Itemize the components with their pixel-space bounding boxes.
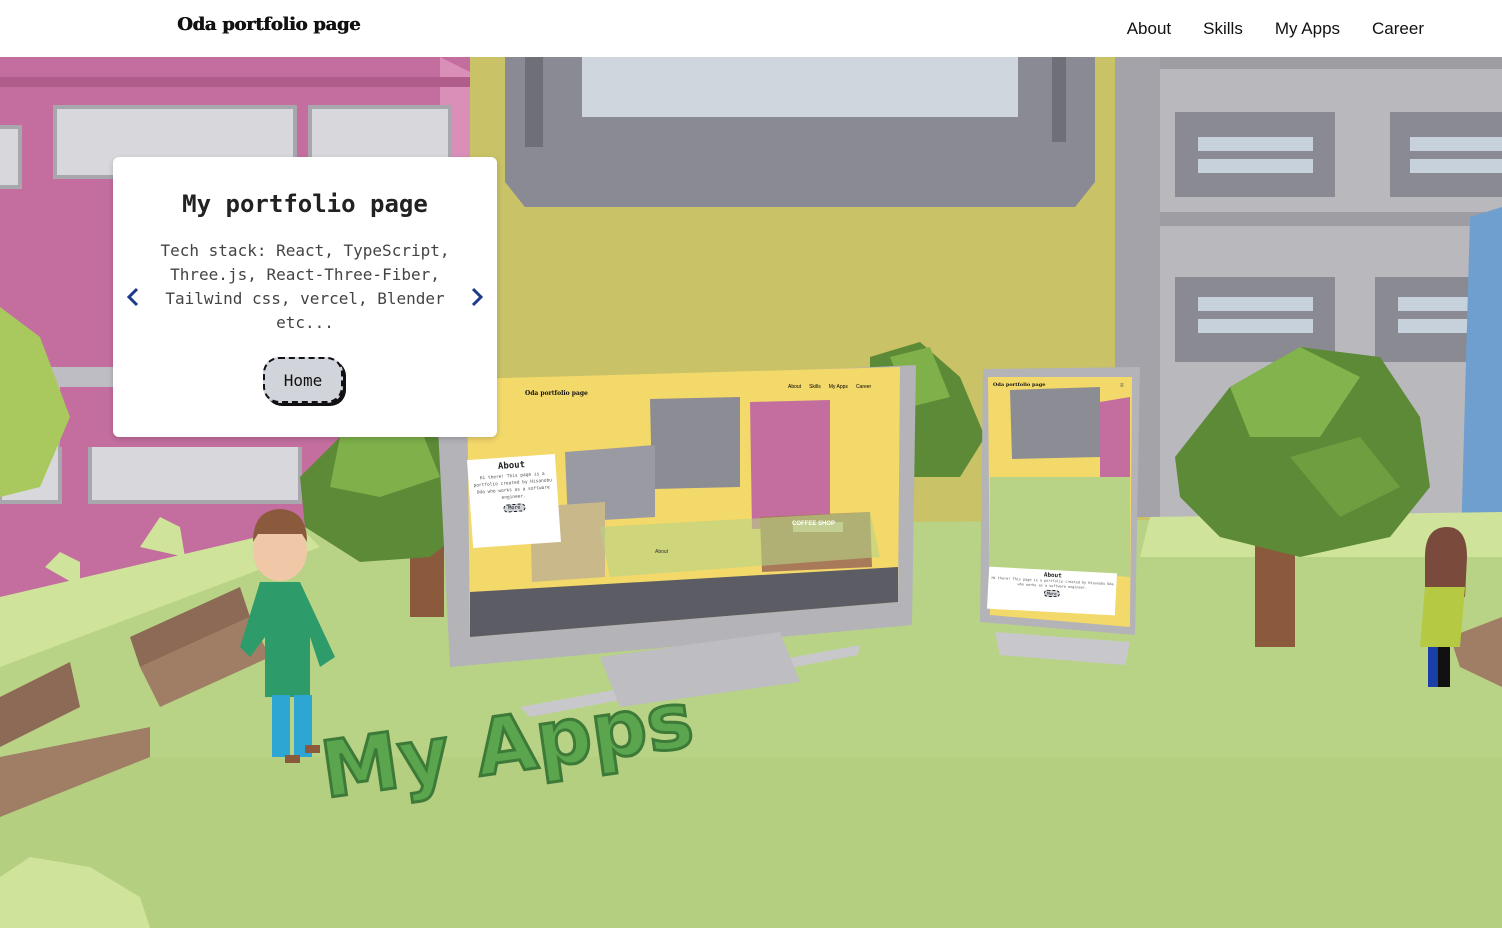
next-arrow-button[interactable] (467, 285, 487, 309)
nav-skills[interactable]: Skills (1203, 19, 1243, 39)
nav-about[interactable]: About (1127, 19, 1171, 39)
monitor-nav-career: Career (855, 384, 872, 390)
site-logo[interactable]: Oda portfolio page (177, 14, 360, 35)
phone-about-card: About Hi there! This page is a portfolio… (986, 566, 1118, 616)
chevron-left-icon (126, 287, 139, 307)
monitor-nav-about: About (788, 384, 802, 390)
phone-menu-icon: ≡ (1120, 383, 1124, 389)
nav-my-apps[interactable]: My Apps (1275, 19, 1340, 39)
phone-logo: Oda portfolio page (993, 382, 1046, 388)
card-description: Tech stack: React, TypeScript, Three.js,… (160, 241, 450, 332)
phone-more-button: More (1043, 589, 1061, 598)
monitor-nav-apps: My Apps (828, 384, 848, 390)
nav-career[interactable]: Career (1372, 19, 1424, 39)
monitor-about-card: About Hi there! This page is a portfolio… (467, 454, 561, 548)
site-header: Oda portfolio page About Skills My Apps … (0, 0, 1502, 57)
prev-arrow-button[interactable] (123, 285, 143, 309)
monitor-nav: About Skills My Apps Career (788, 384, 871, 390)
monitor-about-text: Hi there! This page is a portfolio creat… (473, 471, 553, 501)
main-nav: About Skills My Apps Career (1127, 0, 1424, 57)
monitor-nav-skills: Skills (809, 384, 821, 390)
monitor-shop-sign: COFFEE SHOP (792, 521, 836, 527)
home-button[interactable]: Home (263, 357, 343, 403)
chevron-right-icon (471, 287, 484, 307)
monitor-more-button: More (503, 503, 526, 513)
card-title: My portfolio page (182, 190, 428, 218)
monitor-logo: Oda portfolio page (525, 390, 588, 397)
monitor-area-label: About (655, 549, 669, 555)
project-info-card: My portfolio page Tech stack: React, Typ… (113, 157, 497, 437)
